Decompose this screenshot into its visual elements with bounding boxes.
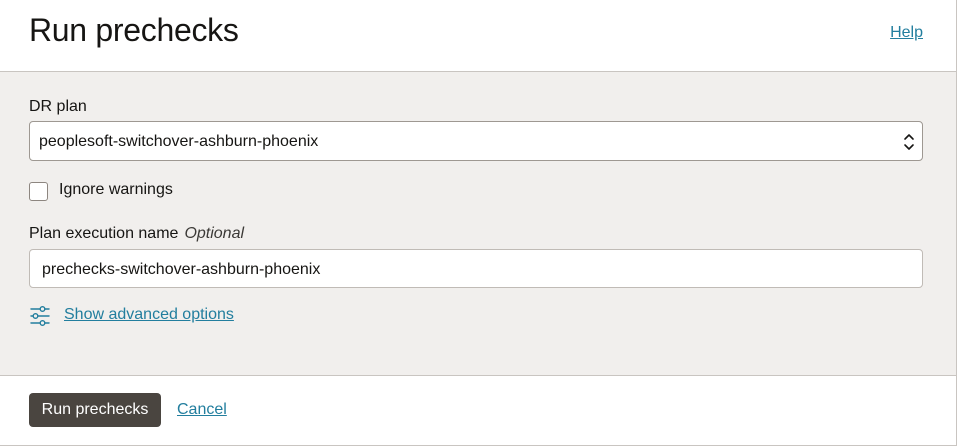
page-title: Run prechecks — [29, 12, 239, 48]
run-prechecks-panel: Run prechecks Help DR plan peoplesoft-sw… — [0, 0, 957, 446]
plan-execution-name-input[interactable]: prechecks-switchover-ashburn-phoenix — [29, 249, 923, 288]
dr-plan-label: DR plan — [29, 98, 87, 115]
cancel-link[interactable]: Cancel — [177, 401, 227, 419]
plan-execution-name-label: Plan execution name Optional — [29, 225, 244, 243]
help-link[interactable]: Help — [890, 24, 923, 42]
dr-plan-select[interactable]: peoplesoft-switchover-ashburn-phoenix — [29, 121, 923, 161]
panel-body: DR plan peoplesoft-switchover-ashburn-ph… — [0, 72, 956, 376]
plan-execution-name-label-text: Plan execution name — [29, 225, 179, 242]
ignore-warnings-checkbox[interactable] — [29, 182, 48, 201]
dr-plan-selected-value: peoplesoft-switchover-ashburn-phoenix — [39, 133, 319, 150]
panel-header: Run prechecks Help — [0, 0, 956, 72]
panel-footer: Run prechecks Cancel — [0, 377, 956, 445]
plan-execution-name-value: prechecks-switchover-ashburn-phoenix — [42, 261, 321, 278]
run-prechecks-button[interactable]: Run prechecks — [29, 393, 161, 427]
ignore-warnings-label[interactable]: Ignore warnings — [59, 181, 173, 199]
optional-label: Optional — [184, 225, 245, 242]
show-advanced-options-link[interactable]: Show advanced options — [64, 306, 234, 324]
chevron-up-down-icon — [904, 134, 914, 150]
sliders-icon[interactable] — [29, 305, 51, 327]
